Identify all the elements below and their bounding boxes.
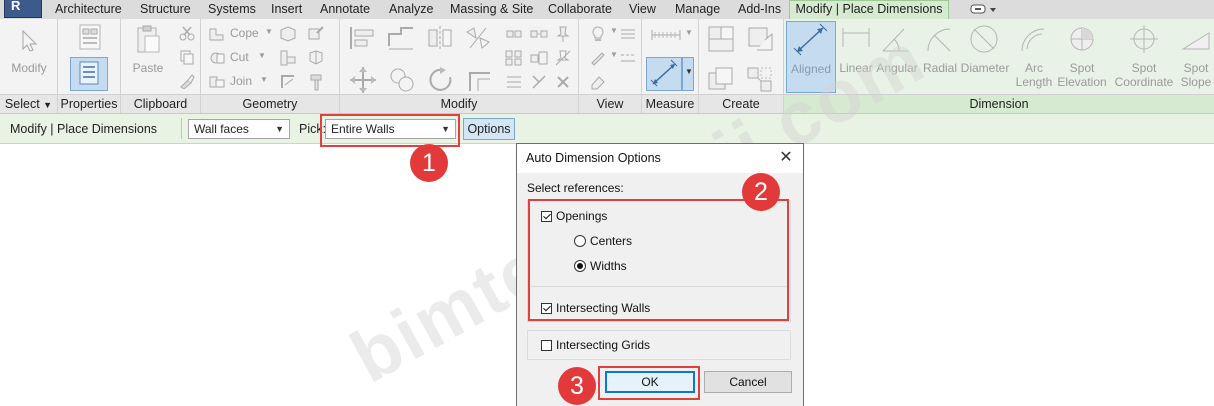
callout-3: 3 [558, 367, 596, 405]
application-menu-button[interactable]: R [4, 0, 42, 18]
wall-joins-icon[interactable] [279, 49, 297, 67]
spot-slope-label: Spot Slope [1180, 61, 1212, 89]
tab-analyze[interactable]: Analyze [389, 1, 433, 18]
demolish-icon[interactable] [279, 73, 297, 91]
create-parts-icon[interactable] [745, 24, 775, 54]
split-face-icon[interactable] [279, 25, 297, 43]
panel-measure: ▼ ▼ Measure [642, 19, 699, 113]
offset-icon[interactable] [386, 24, 416, 52]
measure-between-references-icon[interactable] [650, 27, 682, 43]
hammer-icon[interactable] [307, 73, 325, 91]
panel-label-view: View [579, 94, 641, 113]
type-properties-icon[interactable] [74, 23, 106, 53]
panel-clipboard: Paste Clipboard [121, 19, 201, 113]
intersecting-grids-checkbox[interactable]: Intersecting Grids [541, 338, 650, 352]
callout-2: 2 [742, 173, 780, 211]
properties-button[interactable] [70, 57, 108, 91]
diameter-dimension-icon[interactable] [968, 23, 1000, 55]
measure-dropdown-icon[interactable]: ▼ [685, 28, 693, 37]
reference-type-value: Wall faces [194, 122, 249, 136]
modify-tool-label[interactable]: Modify [0, 61, 58, 75]
cut-dropdown-icon[interactable]: ▼ [258, 51, 266, 60]
cope-label[interactable]: Cope [230, 26, 259, 40]
join-label[interactable]: Join [230, 74, 252, 88]
paste-icon[interactable] [134, 25, 162, 55]
join-dropdown-icon[interactable]: ▼ [260, 75, 268, 84]
panel-label-select[interactable]: Select ▼ [0, 94, 57, 113]
highlight-reference-options [528, 199, 789, 321]
panel-select: Modify Select ▼ [0, 19, 58, 113]
spot-coordinate-icon[interactable] [1128, 23, 1160, 55]
tab-architecture[interactable]: Architecture [55, 1, 122, 18]
spot-elevation-label: Spot Elevation [1057, 61, 1107, 89]
eraser-icon[interactable] [589, 73, 607, 91]
options-bar-separator [181, 118, 182, 139]
arc-length-dimension-icon[interactable] [1018, 25, 1050, 53]
options-bar: Modify | Place Dimensions Wall faces ▼ P… [0, 114, 1214, 144]
checkbox-unchecked-icon [541, 340, 552, 351]
callout-1: 1 [410, 144, 448, 182]
copy-icon[interactable] [179, 49, 195, 65]
spot-coordinate-label: Spot Coordinate [1114, 61, 1174, 89]
create-group-icon[interactable] [706, 65, 736, 95]
cope-dropdown-icon[interactable]: ▼ [265, 27, 273, 36]
match-properties-icon[interactable] [179, 73, 195, 89]
tab-insert[interactable]: Insert [271, 1, 302, 18]
delete-icon[interactable] [554, 73, 572, 91]
select-references-label: Select references: [527, 181, 624, 195]
tab-structure[interactable]: Structure [140, 1, 191, 18]
close-icon[interactable]: ✕ [777, 147, 795, 167]
dialog-title: Auto Dimension Options [526, 151, 661, 165]
radial-dimension-icon[interactable] [924, 25, 956, 53]
arc-length-label: Arc Length [1015, 61, 1053, 89]
panel-label-properties: Properties [58, 94, 120, 113]
options-button[interactable]: Options [463, 118, 515, 140]
dimension-dropdown-button[interactable]: ▼ [682, 57, 694, 91]
paint-icon[interactable] [307, 25, 325, 43]
tab-systems[interactable]: Systems [208, 1, 256, 18]
panel-properties: Properties [58, 19, 121, 113]
aligned-dimension-small-button[interactable] [646, 57, 682, 91]
tab-add-ins[interactable]: Add-Ins [738, 1, 781, 18]
tab-modify-place-dimensions[interactable]: Modify | Place Dimensions [789, 0, 949, 19]
diameter-label: Diameter [960, 61, 1010, 75]
options-bar-title: Modify | Place Dimensions [10, 122, 158, 136]
highlight-ok-button [598, 366, 700, 400]
panel-geometry: Cope ▼ Cut ▼ Join ▼ Geometry [201, 19, 340, 113]
tab-annotate[interactable]: Annotate [320, 1, 370, 18]
create-assembly-icon[interactable] [706, 24, 736, 54]
panel-label-clipboard: Clipboard [121, 94, 200, 113]
tab-manage[interactable]: Manage [675, 1, 720, 18]
line-pattern-icon[interactable] [619, 49, 637, 67]
cut-geometry-icon[interactable] [208, 50, 226, 66]
cursor-arrow-icon [18, 29, 40, 53]
join-icon[interactable] [208, 74, 226, 90]
remove-paint-icon[interactable] [307, 49, 325, 67]
cancel-button[interactable]: Cancel [704, 371, 792, 393]
revit-logo-icon: R [11, 0, 21, 13]
panel-toggle-icon[interactable] [970, 4, 1000, 15]
cope-icon[interactable] [208, 26, 226, 42]
hide-dropdown-icon[interactable]: ▼ [610, 50, 618, 59]
spot-elevation-icon[interactable] [1066, 23, 1098, 55]
cut-label[interactable]: Cut [230, 50, 249, 64]
spot-slope-icon[interactable] [1180, 25, 1212, 53]
panel-label-measure: Measure [642, 94, 698, 113]
cut-scissors-icon[interactable] [179, 25, 195, 41]
align-icon[interactable] [348, 24, 376, 52]
highlight-pick-dropdown [320, 114, 460, 147]
paste-label: Paste [132, 61, 164, 75]
